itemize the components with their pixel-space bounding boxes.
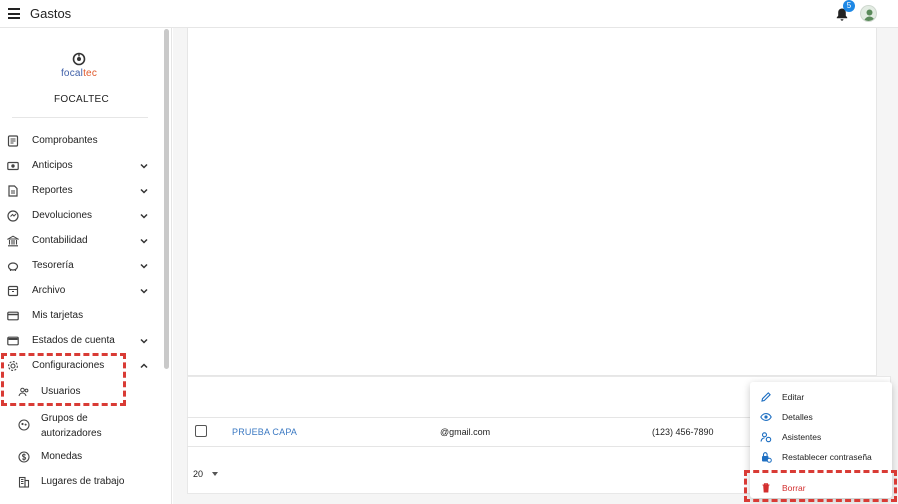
users-icon xyxy=(18,387,29,397)
eye-icon xyxy=(760,413,772,421)
sidebar-subitem-usuarios[interactable]: Usuarios xyxy=(0,380,160,404)
user-phone: (123) 456-7890 xyxy=(652,427,714,437)
company-name: FOCALTEC xyxy=(54,94,109,105)
bank-icon xyxy=(7,235,19,247)
trash-icon xyxy=(762,483,770,493)
logo-mark-icon xyxy=(72,52,86,66)
sidebar-subitem-grupos-de-autorizadores[interactable]: Grupos de autorizadores xyxy=(0,410,160,442)
sidebar-item-contabilidad[interactable]: Contabilidad xyxy=(0,229,160,253)
sidebar-item-anticipos[interactable]: Anticipos xyxy=(0,154,160,178)
menu-item-restablecer-contrasena[interactable]: Restablecer contraseña xyxy=(750,448,892,466)
sidebar-item-label: Devoluciones xyxy=(32,210,93,221)
building-icon xyxy=(18,476,30,488)
sidebar-item-archivo[interactable]: Archivo xyxy=(0,279,160,303)
menu-item-label: Editar xyxy=(782,392,805,402)
sidebar-item-configuraciones[interactable]: Configuraciones xyxy=(0,354,160,378)
chevron-down-icon xyxy=(140,188,148,194)
app-title: Gastos xyxy=(30,6,72,21)
menu-item-label: Asistentes xyxy=(782,432,822,442)
sidebar-item-label: Reportes xyxy=(32,185,73,196)
sidebar-subitem-lugares-de-trabajo[interactable]: Lugares de trabajo xyxy=(0,470,160,494)
sidebar-scrollbar[interactable] xyxy=(164,29,169,369)
content-card xyxy=(187,28,877,376)
sidebar-item-label: Anticipos xyxy=(32,160,73,171)
pencil-icon xyxy=(761,392,771,402)
sidebar-item-tesoreria[interactable]: Tesorería xyxy=(0,254,160,278)
sidebar-item-label: Comprobantes xyxy=(32,135,98,146)
refund-icon xyxy=(7,210,19,222)
sidebar-subitem-label: Lugares de trabajo xyxy=(41,476,125,487)
sidebar-item-estados-de-cuenta[interactable]: Estados de cuenta xyxy=(0,329,160,353)
wallet-icon xyxy=(7,336,19,346)
menu-item-label: Restablecer contraseña xyxy=(782,452,872,462)
sidebar-item-devoluciones[interactable]: Devoluciones xyxy=(0,204,160,228)
sidebar-item-label: Archivo xyxy=(32,285,66,296)
user-name-link[interactable]: PRUEBA CAPA xyxy=(232,427,297,437)
credit-card-icon xyxy=(7,311,19,321)
piggy-bank-icon xyxy=(7,262,19,271)
sidebar-item-label: Mis tarjetas xyxy=(32,310,84,321)
company-logo: focaltec xyxy=(60,52,98,79)
sidebar-subitem-monedas[interactable]: Monedas xyxy=(0,445,160,469)
chevron-down-icon xyxy=(140,288,148,294)
rows-per-page-select[interactable]: 20 xyxy=(193,469,203,479)
top-app-bar: Gastos 5 xyxy=(0,0,898,28)
chevron-down-icon xyxy=(140,163,148,169)
lock-reset-icon xyxy=(762,452,772,463)
row-actions-menu: Editar Detalles Asistentes Restablecer c… xyxy=(750,382,892,498)
sidebar-item-label: Estados de cuenta xyxy=(32,335,115,346)
sidebar-subitem-label: Monedas xyxy=(41,451,83,462)
groups-icon xyxy=(18,419,30,431)
menu-item-label: Borrar xyxy=(782,483,806,493)
chevron-down-icon xyxy=(140,338,148,344)
row-checkbox[interactable] xyxy=(195,425,207,437)
sidebar-item-comprobantes[interactable]: Comprobantes xyxy=(0,129,160,153)
menu-item-detalles[interactable]: Detalles xyxy=(750,408,892,426)
sidebar-item-label: Tesorería xyxy=(32,260,74,271)
caret-down-icon[interactable] xyxy=(212,472,218,476)
currency-icon xyxy=(18,451,30,463)
chevron-up-icon xyxy=(140,363,148,369)
sidebar-item-label: Contabilidad xyxy=(32,235,88,246)
receipt-icon xyxy=(7,135,19,147)
hamburger-menu-icon[interactable] xyxy=(8,8,20,19)
menu-item-asistentes[interactable]: Asistentes xyxy=(750,428,892,446)
chevron-down-icon xyxy=(140,263,148,269)
sidebar-subitem-label: Grupos de autorizadores xyxy=(41,413,102,439)
chevron-down-icon xyxy=(140,213,148,219)
sidebar-item-reportes[interactable]: Reportes xyxy=(0,179,160,203)
menu-item-borrar[interactable]: Borrar xyxy=(750,479,892,497)
assistants-icon xyxy=(760,432,772,443)
menu-item-editar[interactable]: Editar xyxy=(750,388,892,406)
cash-icon xyxy=(7,161,19,171)
notification-badge: 5 xyxy=(843,0,855,12)
logo-wordmark: focaltec xyxy=(60,68,98,79)
sidebar-item-label: Configuraciones xyxy=(32,360,105,371)
archive-icon xyxy=(7,285,19,297)
chevron-down-icon xyxy=(140,238,148,244)
report-icon xyxy=(8,185,18,197)
sidebar-divider xyxy=(12,117,148,118)
user-email: @gmail.com xyxy=(440,427,491,437)
menu-item-label: Detalles xyxy=(782,412,813,422)
sidebar-item-mis-tarjetas[interactable]: Mis tarjetas xyxy=(0,304,160,328)
gear-icon xyxy=(8,361,18,371)
sidebar-subitem-label: Usuarios xyxy=(41,386,81,397)
user-avatar[interactable] xyxy=(860,5,877,22)
